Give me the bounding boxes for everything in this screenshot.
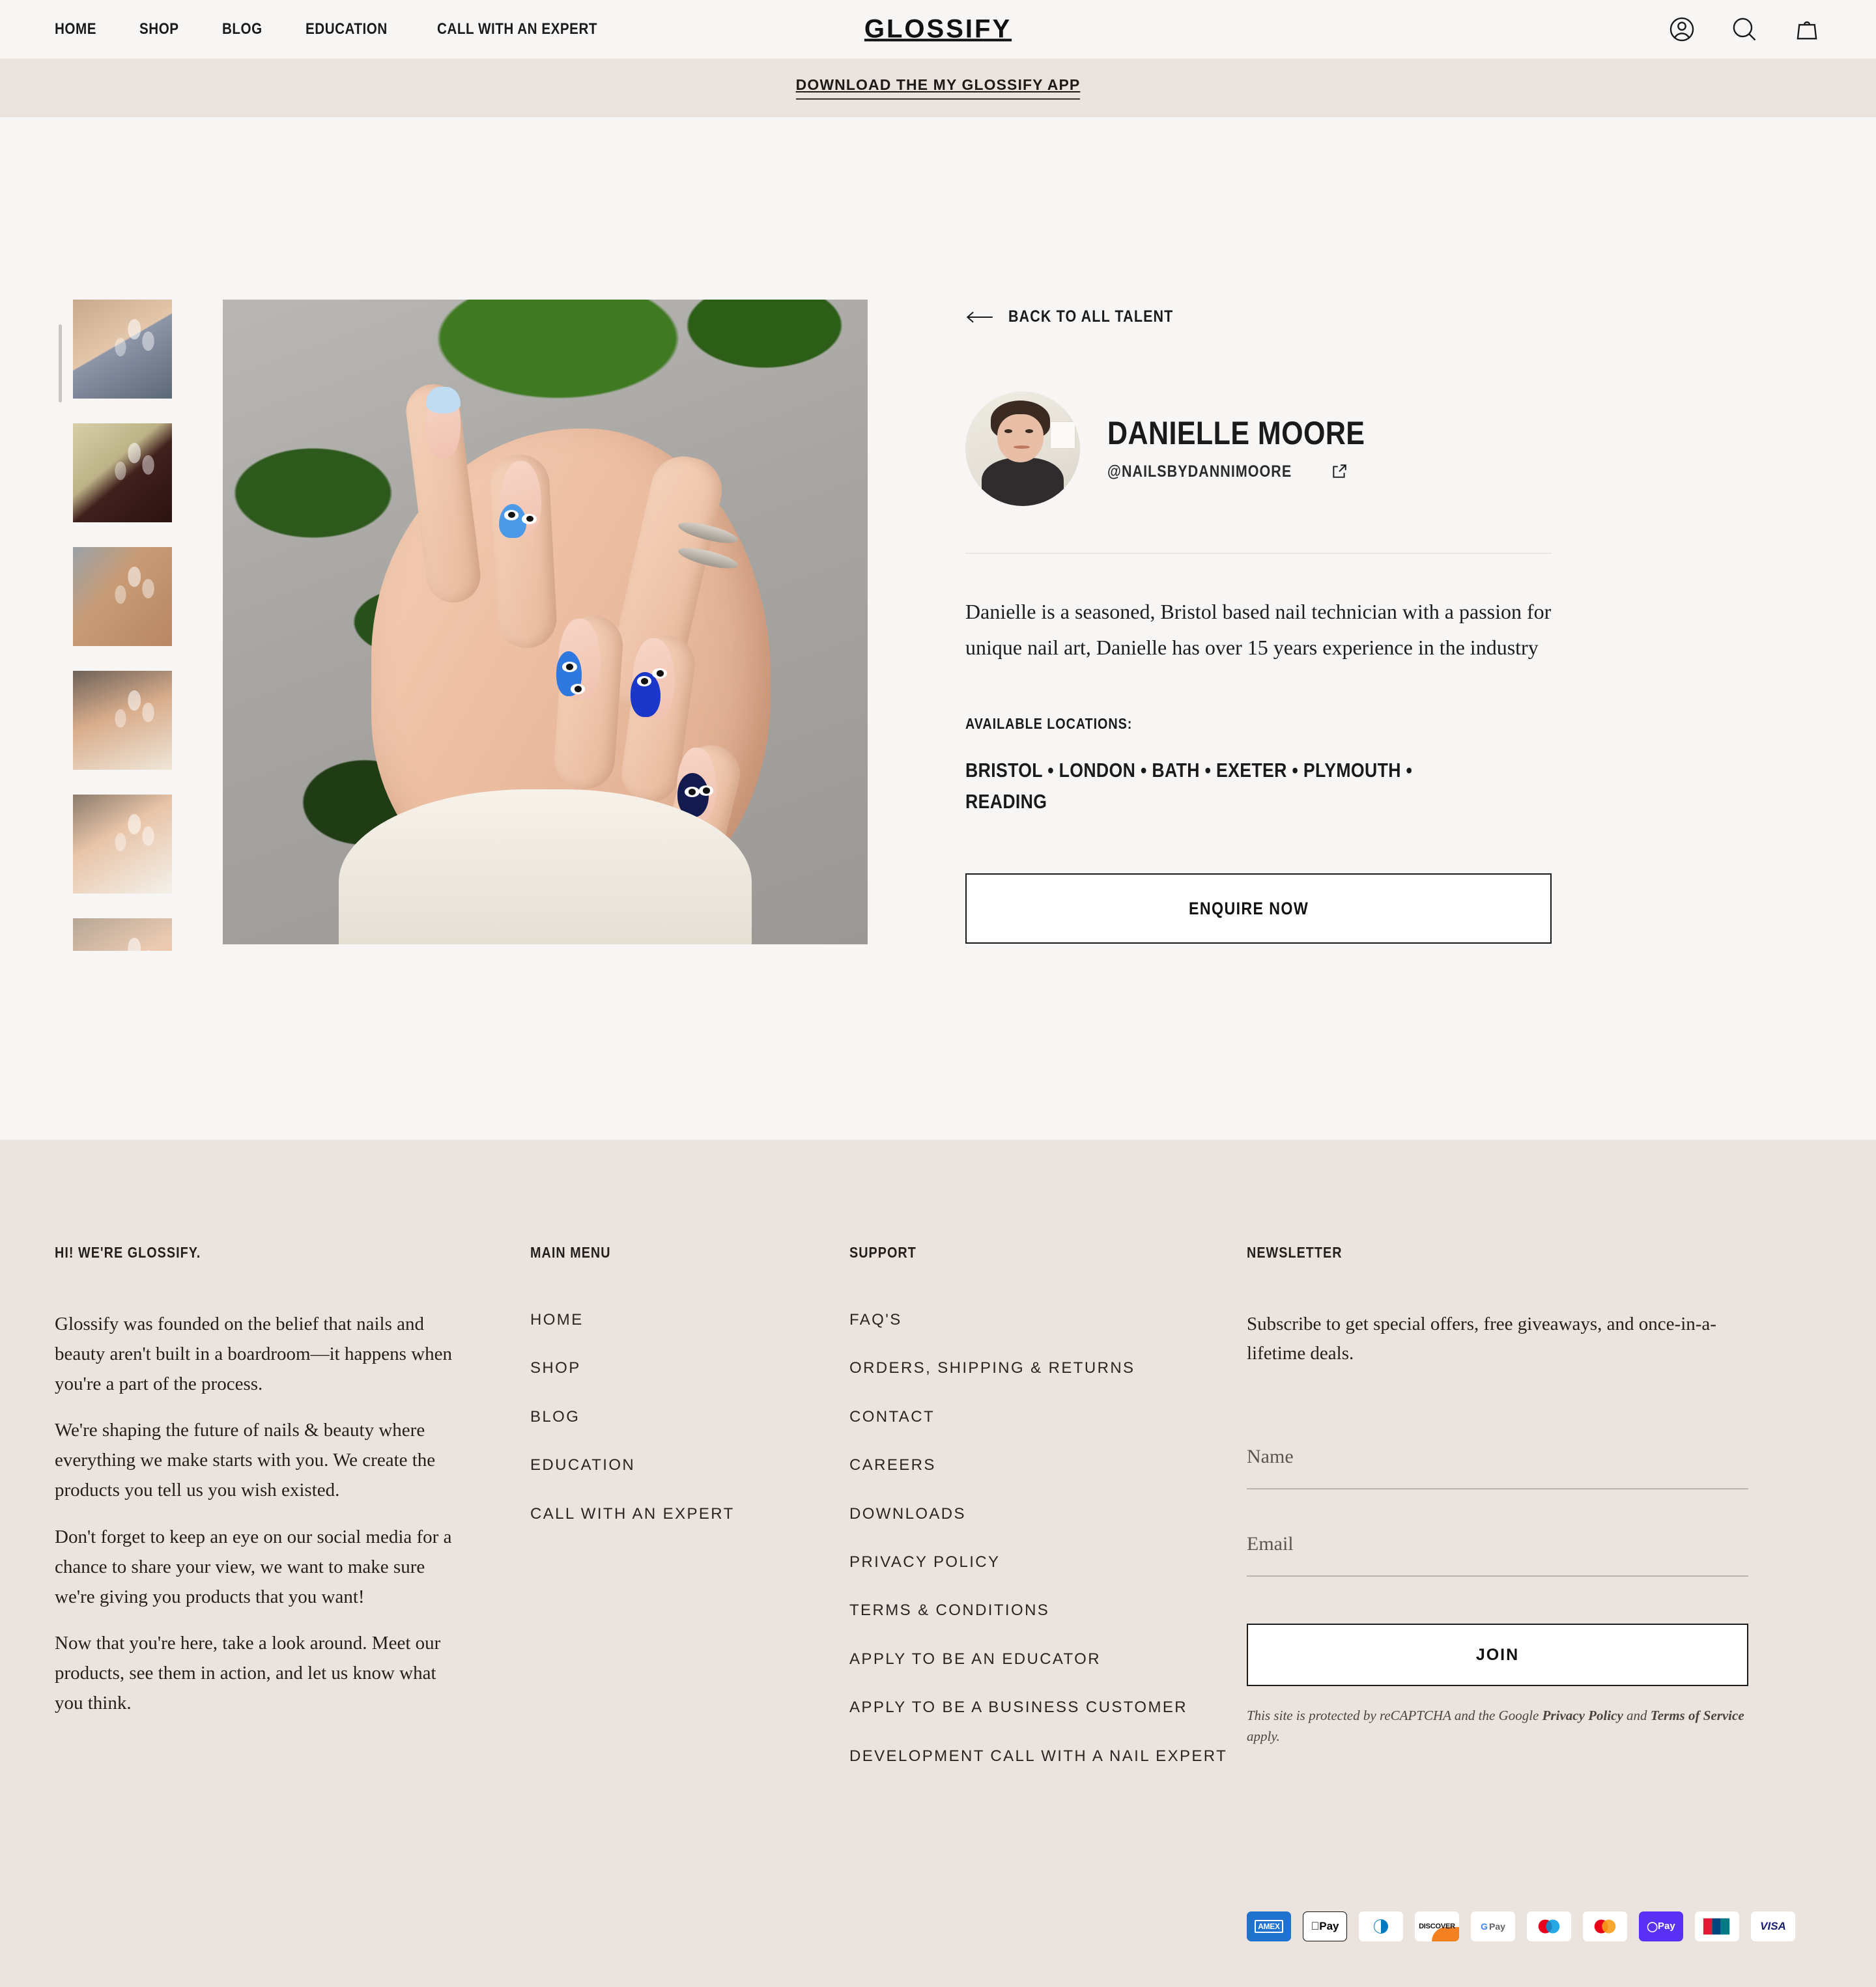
footer-link-privacy-policy[interactable]: PRIVACY POLICY xyxy=(849,1552,1247,1573)
mastercard-icon xyxy=(1583,1911,1627,1941)
section-divider xyxy=(965,553,1552,554)
page-title: DANIELLE MOORE xyxy=(1107,414,1365,451)
nav-item-shop[interactable]: SHOP xyxy=(139,20,185,38)
apple-pay-icon: Pay xyxy=(1303,1911,1347,1941)
footer-link-faqs[interactable]: FAQ'S xyxy=(849,1310,1247,1331)
avatar xyxy=(965,391,1080,506)
footer-link-terms-conditions[interactable]: TERMS & CONDITIONS xyxy=(849,1600,1247,1621)
account-icon[interactable] xyxy=(1668,15,1696,44)
talent-detail: BACK TO ALL TALENT DANIELLE MOORE @NAILS… xyxy=(55,117,1821,951)
footer-link-shop[interactable]: SHOP xyxy=(530,1358,849,1379)
back-to-all-talent-link[interactable]: BACK TO ALL TALENT xyxy=(965,307,1552,326)
amex-icon: AMEX xyxy=(1247,1911,1291,1941)
talent-info-panel: BACK TO ALL TALENT DANIELLE MOORE @NAILS… xyxy=(965,300,1552,951)
thumbnail-item[interactable] xyxy=(73,547,172,646)
maestro-icon xyxy=(1527,1911,1571,1941)
cart-icon[interactable] xyxy=(1793,15,1821,44)
arrow-left-icon xyxy=(966,311,993,322)
media-gallery xyxy=(55,300,868,951)
footer-link-education[interactable]: EDUCATION xyxy=(530,1455,849,1476)
recaptcha-prefix: This site is protected by reCAPTCHA and … xyxy=(1247,1708,1542,1724)
recaptcha-suffix: apply. xyxy=(1247,1728,1280,1744)
thumbnail-item[interactable] xyxy=(73,300,172,399)
footer-about-paragraph: Glossify was founded on the belief that … xyxy=(55,1314,453,1394)
footer-link-blog[interactable]: BLOG xyxy=(530,1407,849,1428)
footer-support-heading: SUPPORT xyxy=(849,1244,917,1261)
site-footer: HI! WE'RE GLOSSIFY. Glossify was founded… xyxy=(0,1140,1876,1987)
site-header: HOME SHOP BLOG EDUCATION CALL WITH AN EX… xyxy=(0,0,1876,59)
newsletter-name-input[interactable] xyxy=(1247,1426,1748,1490)
recaptcha-terms-link[interactable]: Terms of Service xyxy=(1651,1708,1744,1723)
main-content: BACK TO ALL TALENT DANIELLE MOORE @NAILS… xyxy=(0,117,1876,1140)
thumbnail-item[interactable] xyxy=(73,671,172,770)
thumbnail-item[interactable] xyxy=(73,795,172,894)
recaptcha-privacy-link[interactable]: Privacy Policy xyxy=(1542,1708,1623,1723)
instagram-handle-link[interactable]: @NAILSBYDANNIMOORE xyxy=(1107,462,1407,481)
enquire-now-button[interactable]: ENQUIRE NOW xyxy=(965,873,1552,944)
footer-link-contact[interactable]: CONTACT xyxy=(849,1407,1247,1428)
header-actions xyxy=(1668,15,1821,44)
recaptcha-notice: This site is protected by reCAPTCHA and … xyxy=(1247,1706,1748,1747)
footer-link-careers[interactable]: CAREERS xyxy=(849,1455,1247,1476)
footer-about-paragraph: Don't forget to keep an eye on our socia… xyxy=(55,1526,452,1607)
announcement-bar: DOWNLOAD THE MY GLOSSIFY APP xyxy=(0,59,1876,117)
footer-main-menu-column: MAIN MENU HOME SHOP BLOG EDUCATION CALL … xyxy=(530,1244,849,1794)
nav-item-blog[interactable]: BLOG xyxy=(222,20,269,38)
nav-item-education[interactable]: EDUCATION xyxy=(306,20,401,38)
talent-profile: DANIELLE MOORE @NAILSBYDANNIMOORE xyxy=(965,391,1552,506)
thumbnail-item[interactable] xyxy=(73,423,172,522)
thumbnail-scrollbar[interactable] xyxy=(59,324,62,402)
newsletter-email-input[interactable] xyxy=(1247,1513,1748,1577)
footer-about-column: HI! WE'RE GLOSSIFY. Glossify was founded… xyxy=(55,1244,530,1794)
unionpay-icon xyxy=(1695,1911,1739,1941)
footer-link-orders-shipping-returns[interactable]: ORDERS, SHIPPING & RETURNS xyxy=(849,1358,1247,1379)
primary-nav: HOME SHOP BLOG EDUCATION CALL WITH AN EX… xyxy=(55,20,660,38)
footer-link-development-call[interactable]: DEVELOPMENT CALL WITH A NAIL EXPERT xyxy=(849,1746,1247,1767)
search-icon[interactable] xyxy=(1730,15,1759,44)
footer-about-paragraph: We're shaping the future of nails & beau… xyxy=(55,1420,436,1501)
footer-link-apply-business-customer[interactable]: APPLY TO BE A BUSINESS CUSTOMER xyxy=(849,1697,1247,1718)
footer-about-heading: HI! WE'RE GLOSSIFY. xyxy=(55,1244,201,1261)
footer-main-menu-heading: MAIN MENU xyxy=(530,1244,611,1261)
newsletter-join-button[interactable]: JOIN xyxy=(1247,1624,1748,1687)
footer-link-apply-educator[interactable]: APPLY TO BE AN EDUCATOR xyxy=(849,1649,1247,1670)
diners-club-icon xyxy=(1359,1911,1403,1941)
external-link-icon xyxy=(1333,464,1347,478)
back-link-label: BACK TO ALL TALENT xyxy=(1008,307,1174,326)
discover-icon: DISCOVER xyxy=(1415,1911,1459,1941)
thumbnail-list[interactable] xyxy=(55,300,192,951)
thumbnail-item[interactable] xyxy=(73,918,172,951)
nav-item-home[interactable]: HOME xyxy=(55,20,103,38)
google-pay-icon: G Pay xyxy=(1471,1911,1515,1941)
visa-icon: VISA xyxy=(1751,1911,1795,1941)
announcement-link[interactable]: DOWNLOAD THE MY GLOSSIFY APP xyxy=(795,76,1081,100)
locations-list: BRISTOL • LONDON • BATH • EXETER • PLYMO… xyxy=(965,759,1413,813)
footer-link-home[interactable]: HOME xyxy=(530,1310,849,1331)
footer-link-downloads[interactable]: DOWNLOADS xyxy=(849,1504,1247,1525)
talent-bio: Danielle is a seasoned, Bristol based na… xyxy=(965,600,1552,660)
nav-item-call-with-an-expert[interactable]: CALL WITH AN EXPERT xyxy=(437,20,623,38)
footer-newsletter-column: NEWSLETTER Subscribe to get special offe… xyxy=(1247,1244,1748,1794)
locations-label: AVAILABLE LOCATIONS: xyxy=(965,715,1133,733)
footer-about-paragraph: Now that you're here, take a look around… xyxy=(55,1633,441,1713)
newsletter-description: Subscribe to get special offers, free gi… xyxy=(1247,1314,1716,1364)
handle-label: @NAILSBYDANNIMOORE xyxy=(1107,462,1292,481)
footer-link-call-with-an-expert[interactable]: CALL WITH AN EXPERT xyxy=(530,1504,849,1525)
recaptcha-and: and xyxy=(1623,1708,1651,1724)
footer-newsletter-heading: NEWSLETTER xyxy=(1247,1244,1343,1261)
site-logo[interactable]: GLOSSIFY xyxy=(864,15,1012,44)
shop-pay-icon: ◯ Pay xyxy=(1639,1911,1683,1941)
footer-support-column: SUPPORT FAQ'S ORDERS, SHIPPING & RETURNS… xyxy=(849,1244,1247,1794)
payment-methods: AMEX Pay DISCOVER GPay ◯Pay VISA xyxy=(55,1911,1821,1941)
hero-image[interactable] xyxy=(223,300,868,944)
